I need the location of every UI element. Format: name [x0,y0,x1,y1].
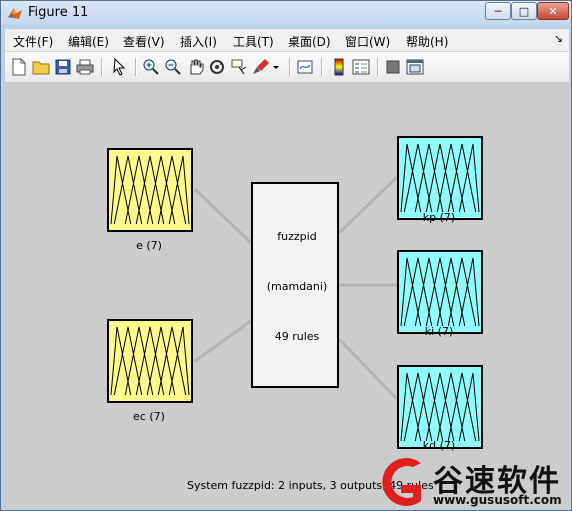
show-plot-tools-icon[interactable] [405,57,425,77]
membership-function-curve [110,326,190,396]
output-ki-box[interactable] [397,250,483,334]
membership-function-curve [110,155,190,225]
rotate-3d-icon[interactable] [207,57,227,77]
link-plot-icon[interactable] [295,57,315,77]
membership-function-curve [400,257,480,327]
pointer-icon[interactable] [109,57,129,77]
mf-curves-icon [400,257,480,327]
input-e-box[interactable] [107,148,193,232]
system-name: fuzzpid [277,230,317,243]
input-e-label: e (7) [136,239,162,252]
output-kd-box[interactable] [397,365,483,449]
system-rules: 49 rules [274,330,320,343]
system-type: (mamdani) [266,280,328,293]
watermark-url: www.gususoft.com [433,493,562,507]
output-kp-label: kp (7) [422,211,456,224]
new-figure-icon[interactable] [9,57,29,77]
mf-curves-icon [400,372,480,442]
menu-tools[interactable]: 工具(T) [233,33,274,50]
system-box[interactable]: fuzzpid (mamdani) 49 rules [251,182,339,388]
toolbar-separator [101,58,103,76]
menu-file[interactable]: 文件(F) [13,33,53,50]
save-icon[interactable] [53,57,73,77]
menu-edit[interactable]: 编辑(E) [68,33,109,50]
maximize-button[interactable]: □ [511,2,537,20]
dock-arrow-icon[interactable]: ↘ [554,32,563,45]
window-title: Figure 11 [28,5,89,20]
zoom-out-icon[interactable] [163,57,183,77]
title-bar[interactable]: Figure 11 ─ □ ✕ [1,1,571,25]
toolbar-separator [289,58,291,76]
minimize-button[interactable]: ─ [485,2,511,20]
print-icon[interactable] [75,57,95,77]
menu-help[interactable]: 帮助(H) [406,33,448,50]
matlab-logo-icon [8,8,22,19]
zoom-in-icon[interactable] [141,57,161,77]
menu-desktop[interactable]: 桌面(D) [288,33,331,50]
data-cursor-icon[interactable] [229,57,249,77]
toolbar-separator [321,58,323,76]
toolbar-separator [135,58,137,76]
brush-dropdown-icon[interactable] [271,57,281,77]
hide-plot-tools-icon[interactable] [383,57,403,77]
menu-insert[interactable]: 插入(I) [180,33,217,50]
fis-editor-canvas: e (7) ec (7) fuzzpid (mamdani) 49 rules … [5,83,569,508]
open-file-icon[interactable] [31,57,51,77]
input-ec-box[interactable] [107,319,193,403]
membership-function-curve [400,143,480,213]
mf-curves-icon [110,326,190,396]
colorbar-icon[interactable] [329,57,349,77]
legend-icon[interactable] [351,57,371,77]
membership-function-curve [400,372,480,442]
mf-curves-icon [110,155,190,225]
close-button[interactable]: ✕ [537,2,569,20]
menu-view[interactable]: 查看(V) [123,33,165,50]
figure-window: Figure 11 ─ □ ✕ 文件(F) 编辑(E) 查看(V) 插入(I) … [0,0,572,511]
pan-hand-icon[interactable] [185,57,205,77]
toolbar-separator [377,58,379,76]
menu-bar: 文件(F) 编辑(E) 查看(V) 插入(I) 工具(T) 桌面(D) 窗口(W… [5,29,569,52]
menu-window[interactable]: 窗口(W) [345,33,390,50]
mf-curves-icon [400,143,480,213]
figure-toolbar [5,52,569,83]
output-kd-label: kd (7) [422,439,456,452]
output-kp-box[interactable] [397,136,483,220]
watermark-logo-icon [382,458,421,506]
input-ec-label: ec (7) [133,410,165,423]
output-ki-label: ki (7) [424,325,454,338]
brush-icon[interactable] [251,57,271,77]
